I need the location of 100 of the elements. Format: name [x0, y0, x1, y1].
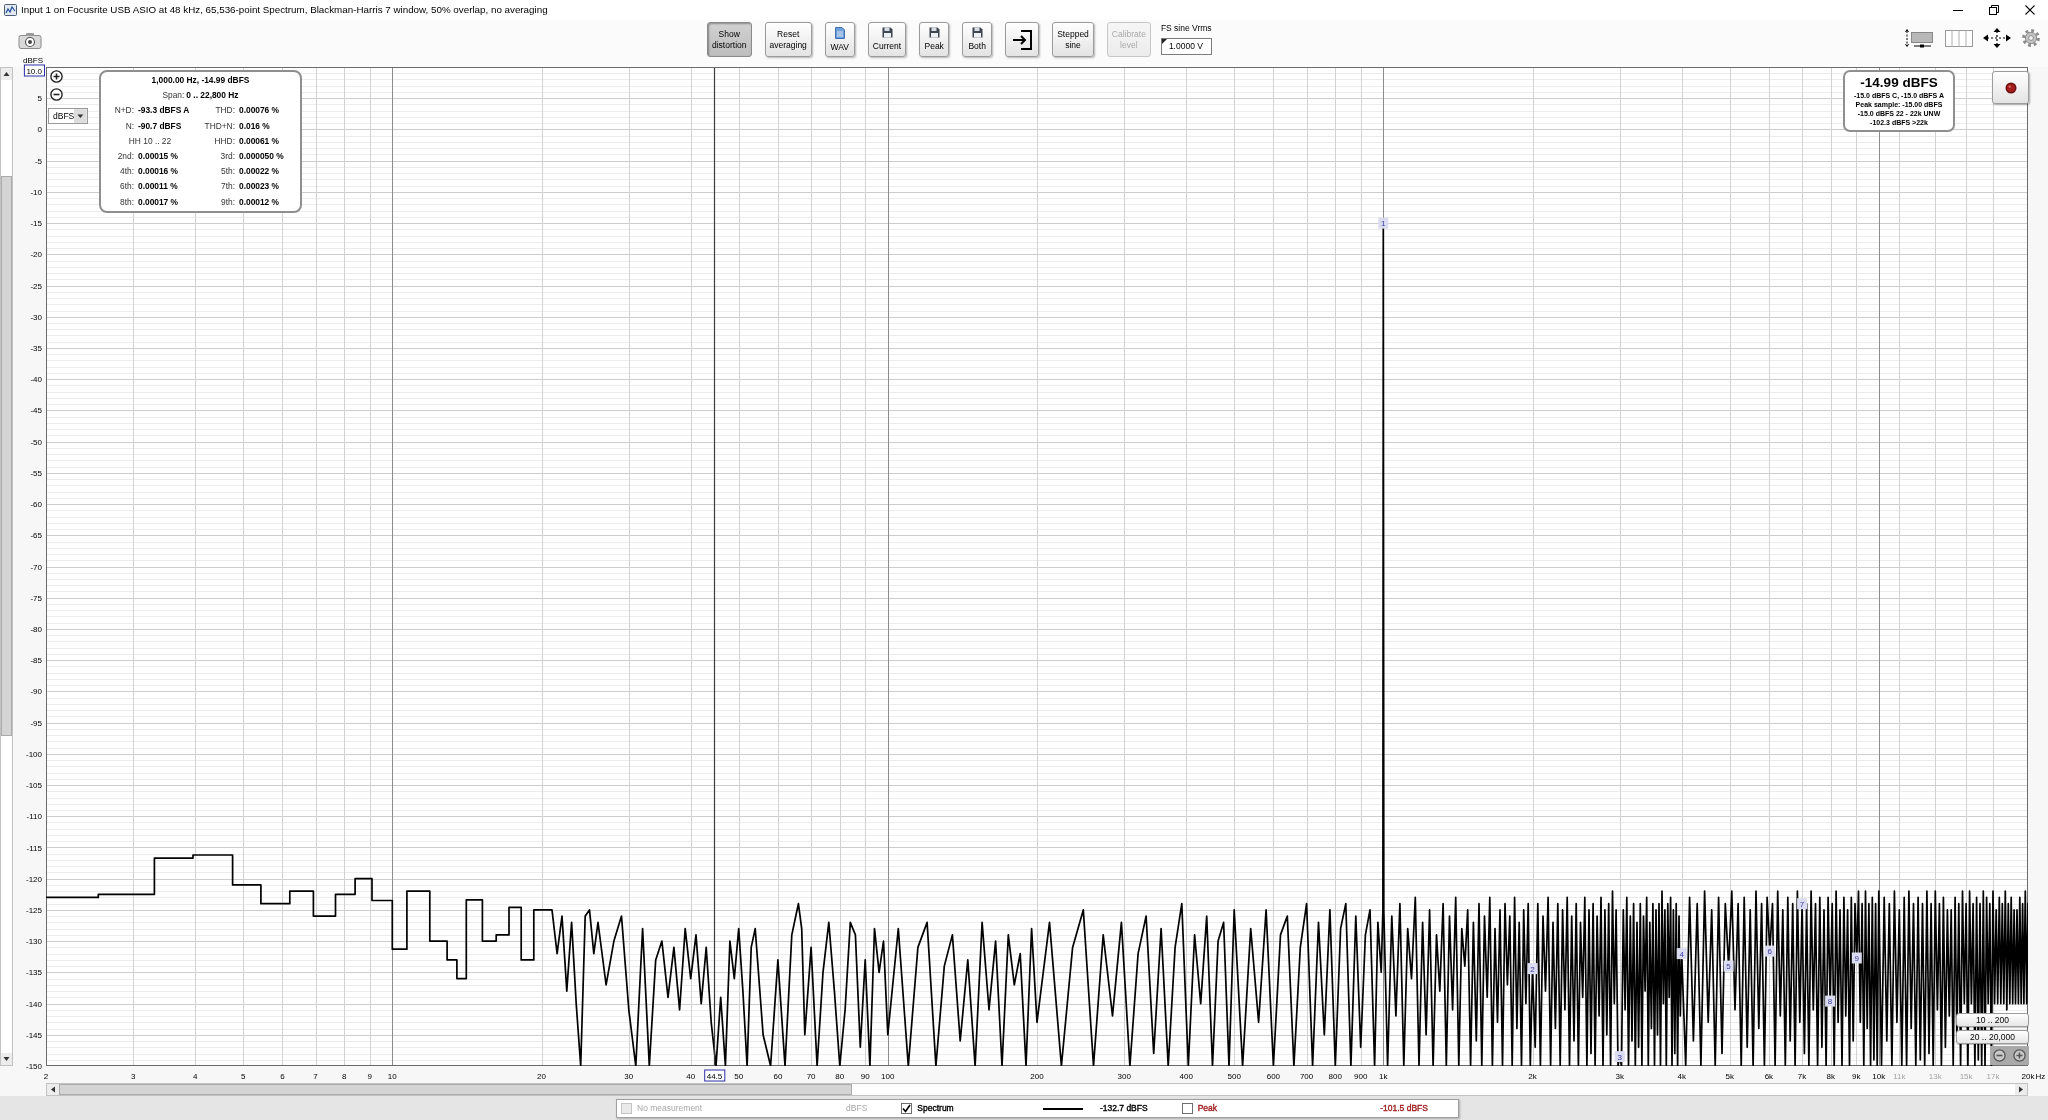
- x-tick-label: 6: [280, 1072, 285, 1081]
- y-tick-label: -145: [26, 1030, 42, 1040]
- measurement-value: 0.00061 %: [238, 134, 281, 148]
- toolbar-button[interactable]: Reset averaging: [764, 22, 812, 57]
- x-tick-label: 500: [1227, 1072, 1241, 1081]
- save-button[interactable]: Both: [962, 22, 993, 57]
- measurement-label: THD:: [214, 104, 235, 118]
- measurement-label: Span:: [162, 90, 185, 101]
- save-button[interactable]: Current: [867, 22, 907, 57]
- x-tick-label: 5k: [1725, 1072, 1734, 1081]
- columns-icon[interactable]: [1945, 28, 1973, 48]
- close-icon: [2025, 5, 2035, 15]
- measurement-value: 0 .. 22,800 Hz: [185, 90, 239, 101]
- unit-dropdown[interactable]: dBFS: [48, 108, 88, 124]
- y-tick-label: -5: [34, 156, 42, 166]
- checkbox[interactable]: [901, 1103, 913, 1114]
- resize-panel-icon[interactable]: [1905, 28, 1935, 48]
- checkbox[interactable]: [1181, 1103, 1193, 1114]
- y-tick-label: -125: [26, 905, 42, 915]
- measurement-value: 0.00015 %: [137, 150, 180, 163]
- move-arrows-icon[interactable]: [1983, 28, 2011, 48]
- y-tick-label: -135: [26, 968, 42, 978]
- scrollbar-thumb[interactable]: [1, 176, 12, 736]
- y-tick-label: -95: [30, 718, 42, 728]
- save-icon: [928, 27, 940, 39]
- x-tick-label: 9k: [1851, 1072, 1861, 1081]
- toolbar-button[interactable]: Stepped sine: [1052, 22, 1094, 57]
- save-icon: [881, 27, 893, 39]
- caret-left-icon[interactable]: [47, 1084, 59, 1095]
- measurement-label: N:: [124, 119, 134, 133]
- record-icon: [2004, 81, 2017, 94]
- x-tick-label: 11k: [1893, 1072, 1906, 1081]
- range-button[interactable]: 20 .. 20,000: [1956, 1030, 2029, 1044]
- legend-reading: -101.5 dBFS: [1380, 1102, 1428, 1115]
- scrollbar-thumb[interactable]: [59, 1084, 852, 1095]
- y-tick-label: -20: [30, 250, 42, 260]
- y-axis-title: dBFS: [23, 56, 43, 65]
- x-tick-label: 600: [1266, 1072, 1281, 1081]
- file-button[interactable]: WAV: [824, 22, 855, 57]
- harmonic-marker: 5: [1723, 960, 1734, 972]
- vertical-scrollbar[interactable]: [0, 67, 13, 1066]
- zoom-out-icon[interactable]: [50, 88, 63, 101]
- settings-icon[interactable]: [2021, 28, 2041, 48]
- cursor-readout: 44.5: [704, 1069, 726, 1082]
- measurement-label: HHD:: [213, 134, 235, 148]
- y-tick-label: -40: [30, 375, 42, 385]
- y-tick-label: -120: [26, 874, 42, 884]
- harmonic-marker: 3: [1614, 1051, 1625, 1063]
- y-tick-label: -90: [30, 687, 42, 697]
- measurement-value: 0.016 %: [238, 119, 271, 133]
- measurement-label: 7th:: [220, 180, 235, 194]
- y-tick-label: -100: [26, 749, 42, 759]
- camera-icon[interactable]: [18, 32, 42, 49]
- y-tick-label: -130: [26, 937, 42, 947]
- measurement-label: THD+N:: [203, 119, 235, 133]
- y-tick-label: -150: [26, 1062, 42, 1071]
- y-tick-label: -55: [30, 468, 42, 478]
- voltage-field[interactable]: 1.0000 V: [1160, 37, 1212, 55]
- save-icon: [971, 27, 983, 39]
- measurement-label: 9th:: [220, 195, 235, 209]
- record-button[interactable]: [1992, 71, 2029, 104]
- y-tick-label: -10: [30, 187, 42, 197]
- x-tick-label: 2: [43, 1072, 49, 1081]
- x-tick-label: 30: [624, 1072, 634, 1081]
- range-button[interactable]: 10 .. 200: [1956, 1013, 2029, 1027]
- x-tick-label: 3: [131, 1072, 136, 1081]
- x-tick-label: 400: [1179, 1072, 1193, 1081]
- measurement-label: N+D:: [113, 104, 134, 118]
- x-tick-label: 80: [835, 1072, 845, 1081]
- legend-reading: -132.7 dBFS: [1099, 1102, 1148, 1115]
- harmonic-marker: 2: [1527, 963, 1538, 975]
- x-tick-label: 8k: [1826, 1072, 1836, 1081]
- import-button[interactable]: [1005, 22, 1040, 57]
- x-tick-label: 60: [773, 1072, 783, 1081]
- y-tick-label: -15: [30, 219, 42, 229]
- harmonic-marker: 6: [1764, 945, 1775, 957]
- caret-up-icon[interactable]: [1, 68, 12, 80]
- y-tick-label: -25: [30, 281, 42, 291]
- x-tick-label: 15k: [1959, 1072, 1973, 1081]
- legend-label: Spectrum: [917, 1102, 954, 1115]
- zoom-in-icon[interactable]: [50, 70, 63, 83]
- measurement-title: 1,000.00 Hz, -14.99 dBFS: [150, 74, 251, 87]
- y-tick-label: 5: [37, 94, 42, 104]
- y-tick-label: -85: [30, 656, 42, 666]
- save-button[interactable]: Peak: [919, 22, 950, 57]
- x-tick-label: 900: [1354, 1072, 1368, 1081]
- toggle-button[interactable]: Show distortion: [707, 22, 752, 57]
- measurement-value: 0.00076 %: [238, 104, 281, 118]
- x-tick-label: 4k: [1677, 1072, 1686, 1081]
- caret-down-icon[interactable]: [1, 1053, 12, 1065]
- x-tick-label: 700: [1299, 1072, 1314, 1081]
- measurement-value: 0.00011 %: [137, 180, 179, 194]
- measurement-value: 0.00022 %: [238, 165, 281, 179]
- window-title: Input 1 on Focusrite USB ASIO at 48 kHz, 65,536-point Spectrum, Blackman-Harris 7 window, 50% overlap, no averaging: [21, 2, 548, 17]
- caret-right-icon[interactable]: [2015, 1084, 2027, 1095]
- x-tick-label: 10: [387, 1072, 397, 1081]
- harmonic-marker: 7: [1797, 898, 1808, 910]
- y-tick-label: -80: [30, 624, 42, 634]
- horizontal-scrollbar[interactable]: [46, 1083, 2028, 1096]
- x-tick-label: 100: [881, 1072, 895, 1081]
